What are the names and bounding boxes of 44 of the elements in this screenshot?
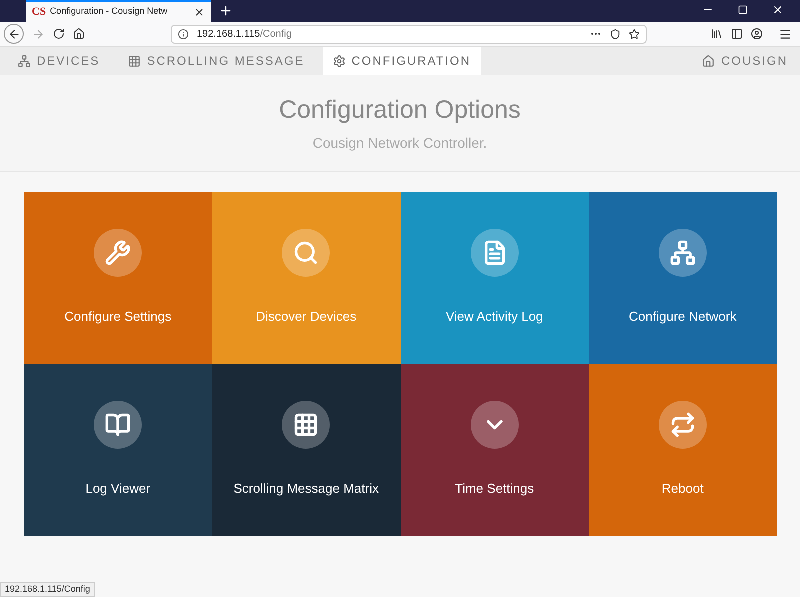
- grid-icon: [128, 54, 142, 68]
- config-tile[interactable]: Scrolling Message Matrix: [212, 364, 400, 536]
- brand-link[interactable]: COUSIGN: [702, 47, 800, 75]
- page-subtitle: Cousign Network Controller.: [312, 134, 488, 154]
- library-icon[interactable]: [711, 28, 723, 40]
- nav-tab[interactable]: CONFIGURATION: [322, 47, 482, 75]
- new-tab-icon[interactable]: [219, 4, 233, 18]
- tab-title: Configuration - Cousign Netw: [50, 5, 169, 18]
- url-text: 192.168.1.115/Config: [197, 28, 293, 42]
- config-tile[interactable]: Time Settings: [400, 364, 589, 536]
- config-tile[interactable]: Reboot: [588, 364, 777, 536]
- account-icon[interactable]: [751, 28, 763, 40]
- tile-label: Log Viewer: [86, 480, 151, 498]
- hierarchy-icon: [18, 54, 31, 68]
- menu-icon[interactable]: [779, 28, 792, 40]
- config-tile[interactable]: Configure Settings: [24, 192, 212, 364]
- tile-label: Reboot: [662, 480, 704, 498]
- config-tile[interactable]: View Activity Log: [400, 192, 589, 364]
- home-icon: [702, 54, 716, 68]
- close-icon[interactable]: [194, 6, 205, 18]
- site-logo: CS: [32, 4, 46, 20]
- tile-label: View Activity Log: [446, 308, 544, 326]
- bookmark-icon[interactable]: [629, 28, 640, 40]
- tile-label: Discover Devices: [256, 308, 357, 326]
- tile-label: Configure Settings: [64, 308, 172, 326]
- tile-label: Configure Network: [629, 308, 737, 326]
- browser-tab[interactable]: CS Configuration - Cousign Netw: [26, 0, 211, 22]
- sidebar-icon[interactable]: [731, 28, 743, 40]
- gears-icon: [332, 54, 346, 68]
- back-arrow-icon: [8, 28, 20, 40]
- tile-label: Scrolling Message Matrix: [234, 480, 379, 498]
- close-icon[interactable]: [772, 4, 784, 16]
- info-icon[interactable]: [178, 28, 189, 40]
- page-title: Configuration Options: [279, 94, 521, 126]
- back-button[interactable]: [4, 24, 24, 44]
- tile-label: Time Settings: [455, 480, 534, 498]
- maximize-icon[interactable]: [738, 5, 748, 15]
- reload-icon[interactable]: [53, 28, 65, 40]
- home-icon[interactable]: [73, 28, 85, 40]
- config-tile[interactable]: Configure Network: [588, 192, 777, 364]
- status-url: 192.168.1.115/Config: [0, 582, 96, 597]
- address-bar[interactable]: 192.168.1.115/Config: [171, 24, 647, 44]
- config-tile[interactable]: Log Viewer: [24, 364, 212, 536]
- pocket-icon[interactable]: [610, 28, 621, 40]
